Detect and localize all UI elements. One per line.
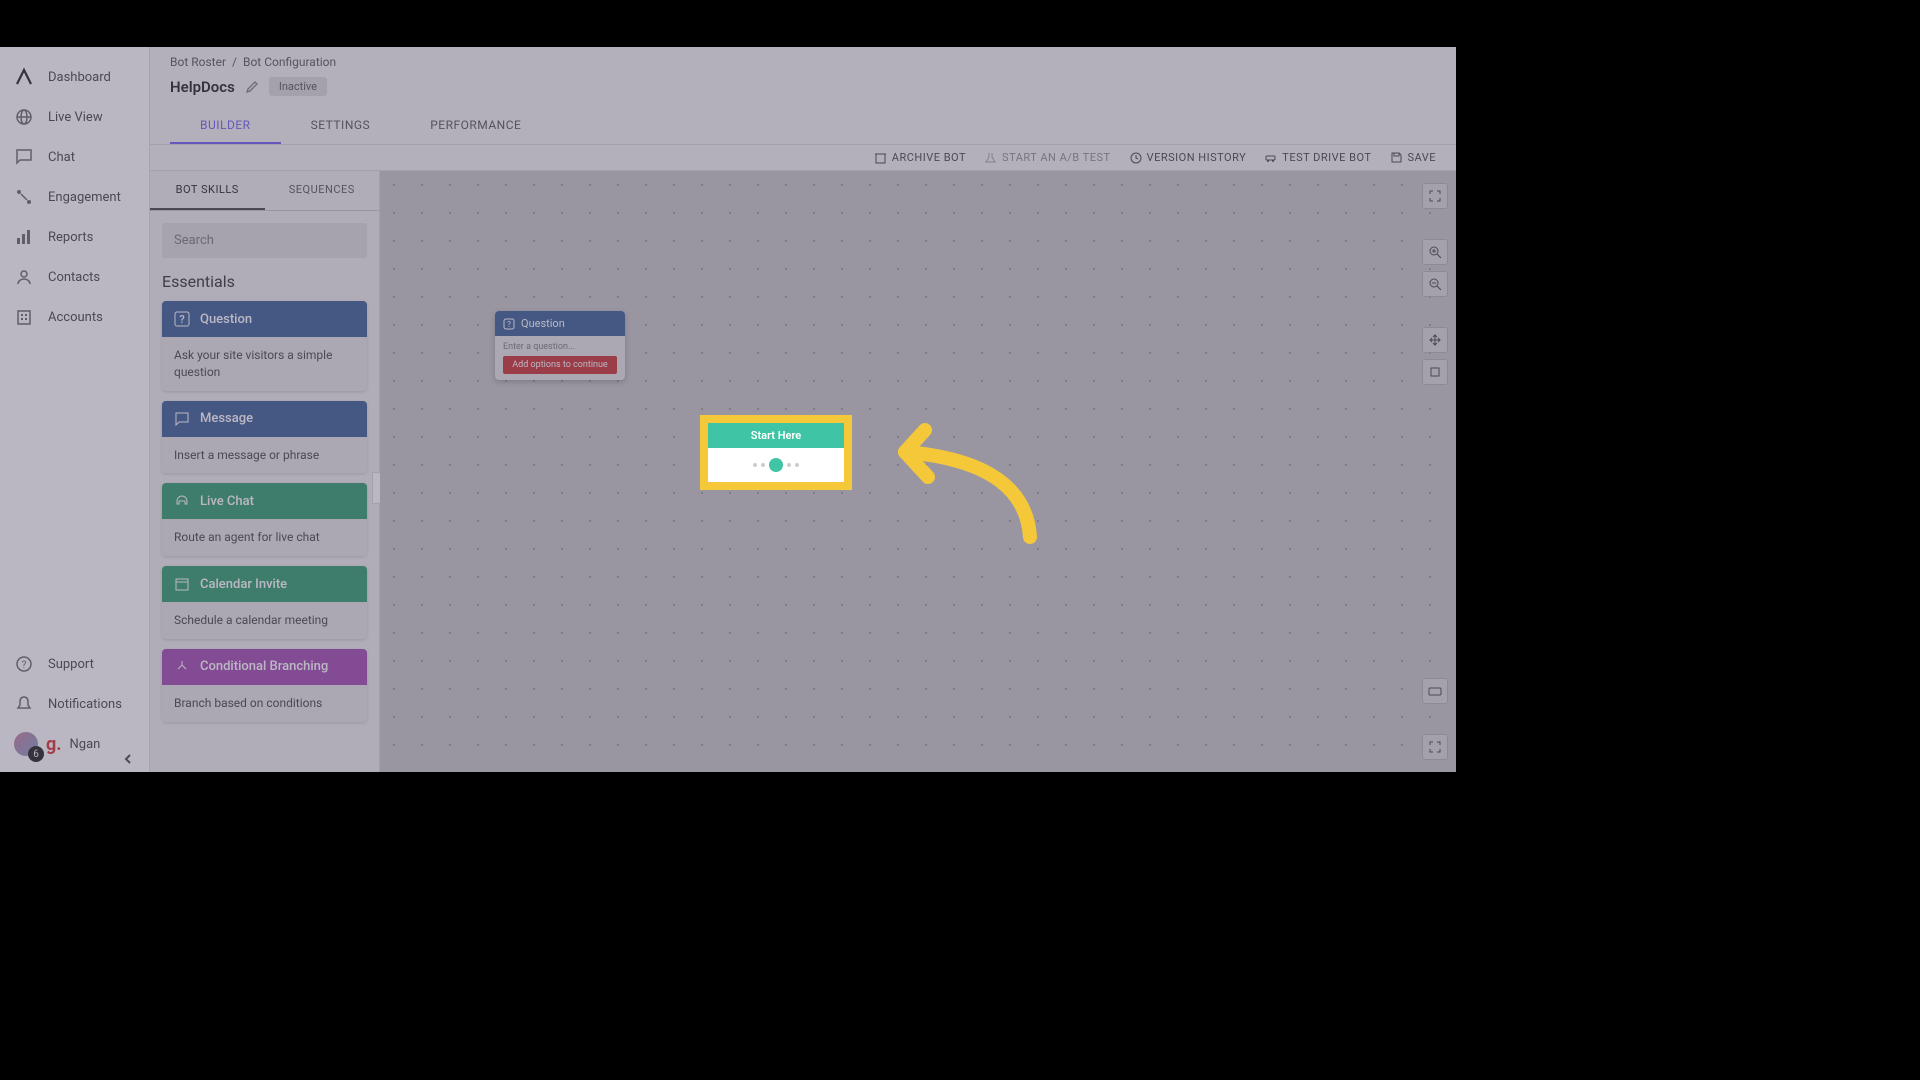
save-button[interactable]: SAVE — [1390, 151, 1437, 164]
logo-icon — [14, 67, 34, 87]
nav-label: Support — [48, 657, 94, 672]
tab-settings[interactable]: SETTINGS — [281, 108, 401, 144]
nav-label: Notifications — [48, 697, 122, 712]
nav-label: Accounts — [48, 310, 103, 325]
fit-button[interactable] — [1422, 327, 1448, 353]
expand-button[interactable] — [1422, 734, 1448, 760]
skill-livechat[interactable]: Live Chat Route an agent for live chat — [162, 483, 367, 556]
nav-accounts[interactable]: Accounts — [0, 297, 149, 337]
zoom-out-button[interactable] — [1422, 271, 1448, 297]
zoom-in-button[interactable] — [1422, 239, 1448, 265]
nav-chat[interactable]: Chat — [0, 137, 149, 177]
nav-label: Dashboard — [48, 70, 111, 85]
user-g-icon: g. — [46, 734, 62, 755]
nav-label: Engagement — [48, 190, 121, 205]
status-badge: Inactive — [269, 77, 327, 96]
help-icon: ? — [14, 654, 34, 674]
nav-sidebar: Dashboard Live View Chat Engagement Repo… — [0, 47, 150, 772]
notification-badge: 6 — [28, 746, 44, 762]
add-options-button[interactable]: Add options to continue — [503, 356, 617, 374]
canvas[interactable]: ? Question Enter a question... Add optio… — [380, 171, 1456, 772]
nav-notifications[interactable]: Notifications — [0, 684, 149, 724]
question-icon: ? — [503, 318, 515, 330]
bot-title: HelpDocs — [170, 78, 235, 96]
history-icon — [1129, 151, 1142, 164]
nav-label: Reports — [48, 230, 93, 245]
breadcrumb-root[interactable]: Bot Roster — [170, 55, 226, 69]
test-drive-button[interactable]: TEST DRIVE BOT — [1264, 151, 1371, 164]
flask-icon — [984, 151, 997, 164]
tab-performance[interactable]: PERFORMANCE — [400, 108, 551, 144]
branch-icon — [174, 659, 190, 675]
version-history-button[interactable]: VERSION HISTORY — [1129, 151, 1247, 164]
message-icon — [174, 411, 190, 427]
avatar: 6 — [14, 732, 38, 756]
nav-contacts[interactable]: Contacts — [0, 257, 149, 297]
main-content: Bot Roster / Bot Configuration HelpDocs … — [150, 47, 1456, 772]
bot-skills-tab[interactable]: BOT SKILLS — [150, 171, 265, 210]
question-node[interactable]: ? Question Enter a question... Add optio… — [495, 311, 625, 380]
globe-icon — [14, 107, 34, 127]
toolbar-actions: ARCHIVE BOT START AN A/B TEST VERSION HI… — [150, 145, 1456, 171]
skill-question[interactable]: ? Question Ask your site visitors a simp… — [162, 301, 367, 391]
nav-engagement[interactable]: Engagement — [0, 177, 149, 217]
start-here-node[interactable]: Start Here — [702, 417, 850, 488]
skill-message[interactable]: Message Insert a message or phrase — [162, 401, 367, 474]
edit-icon[interactable] — [245, 80, 259, 94]
svg-text:?: ? — [179, 313, 184, 326]
chat-icon — [14, 147, 34, 167]
save-icon — [1390, 151, 1403, 164]
car-icon — [1264, 151, 1277, 164]
nav-logo[interactable]: Dashboard — [0, 57, 149, 97]
fullscreen-button[interactable] — [1422, 183, 1448, 209]
nav-reports[interactable]: Reports — [0, 217, 149, 257]
nav-support[interactable]: ? Support — [0, 644, 149, 684]
skills-panel: BOT SKILLS SEQUENCES Essentials ? Questi… — [150, 171, 380, 772]
sequences-tab[interactable]: SEQUENCES — [265, 171, 380, 210]
breadcrumb: Bot Roster / Bot Configuration — [150, 47, 1456, 73]
archive-button[interactable]: ARCHIVE BOT — [874, 151, 966, 164]
section-label: Essentials — [162, 272, 367, 291]
main-tabs: BUILDER SETTINGS PERFORMANCE — [150, 108, 1456, 145]
headset-icon — [174, 493, 190, 509]
svg-text:?: ? — [507, 320, 511, 329]
bar-chart-icon — [14, 227, 34, 247]
engagement-icon — [14, 187, 34, 207]
user-name: Ngan — [70, 737, 101, 752]
breadcrumb-current: Bot Configuration — [243, 55, 336, 69]
nav-label: Live View — [48, 110, 103, 125]
sidebar-collapse-button[interactable] — [121, 752, 135, 766]
keyboard-button[interactable] — [1422, 678, 1448, 704]
calendar-icon — [174, 576, 190, 592]
ab-test-button[interactable]: START AN A/B TEST — [984, 151, 1111, 164]
bell-icon — [14, 694, 34, 714]
question-icon: ? — [174, 311, 190, 327]
tab-builder[interactable]: BUILDER — [170, 108, 281, 144]
skill-calendar[interactable]: Calendar Invite Schedule a calendar meet… — [162, 566, 367, 639]
nav-liveview[interactable]: Live View — [0, 97, 149, 137]
person-icon — [14, 267, 34, 287]
nav-label: Contacts — [48, 270, 100, 285]
grid-button[interactable] — [1422, 359, 1448, 385]
svg-text:?: ? — [22, 660, 27, 671]
search-input[interactable] — [162, 223, 367, 258]
archive-icon — [874, 151, 887, 164]
skill-branching[interactable]: Conditional Branching Branch based on co… — [162, 649, 367, 722]
building-icon — [14, 307, 34, 327]
nav-label: Chat — [48, 150, 75, 165]
